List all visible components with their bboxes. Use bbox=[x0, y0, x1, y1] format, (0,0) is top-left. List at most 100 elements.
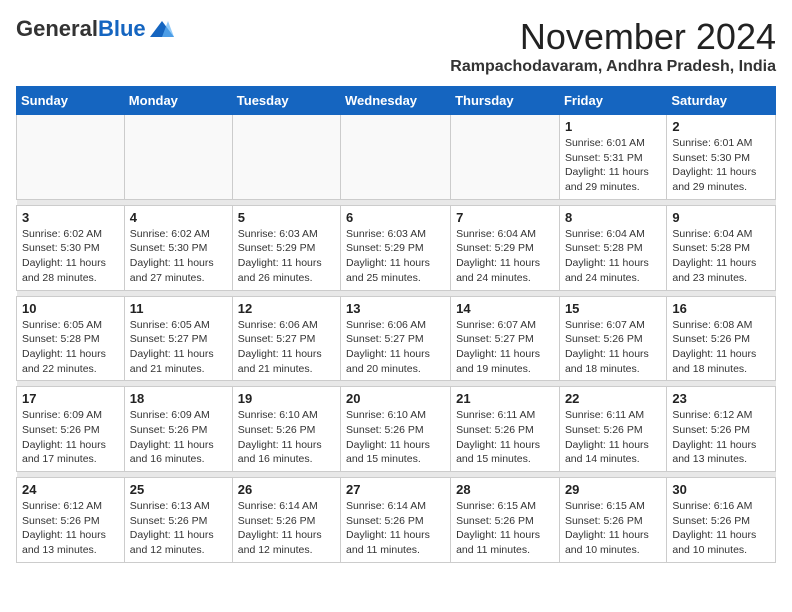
day-number: 24 bbox=[22, 482, 119, 497]
day-number: 10 bbox=[22, 301, 119, 316]
day-number: 3 bbox=[22, 210, 119, 225]
calendar-cell: 23Sunrise: 6:12 AM Sunset: 5:26 PM Dayli… bbox=[667, 387, 776, 472]
title-section: November 2024 Rampachodavaram, Andhra Pr… bbox=[450, 16, 776, 76]
calendar-cell: 6 Sunrise: 6:03 AM Sunset: 5:29 PM Daylig… bbox=[341, 205, 451, 290]
month-title: November 2024 bbox=[450, 16, 776, 58]
day-info: Sunrise: 6:01 AM Sunset: 5:30 PM Dayligh… bbox=[672, 136, 770, 195]
day-info: Sunrise: 6:03 AM Sunset: 5:29 PM Dayligh… bbox=[346, 227, 445, 286]
day-info: Sunrise: 6:05 AM Sunset: 5:27 PM Dayligh… bbox=[130, 318, 227, 377]
calendar-cell: 11 Sunrise: 6:05 AM Sunset: 5:27 PM Dayli… bbox=[124, 296, 232, 381]
calendar-cell: 17 Sunrise: 6:09 AM Sunset: 5:26 PM Dayli… bbox=[17, 387, 125, 472]
calendar-cell: 4 Sunrise: 6:02 AM Sunset: 5:30 PM Daylig… bbox=[124, 205, 232, 290]
day-number: 29 bbox=[565, 482, 661, 497]
day-info: Sunrise: 6:04 AM Sunset: 5:29 PM Dayligh… bbox=[456, 227, 554, 286]
day-number: 23 bbox=[672, 391, 770, 406]
day-info: Sunrise: 6:07 AM Sunset: 5:26 PM Dayligh… bbox=[565, 318, 661, 377]
calendar-cell bbox=[232, 115, 340, 200]
calendar-cell: 20Sunrise: 6:10 AM Sunset: 5:26 PM Dayli… bbox=[341, 387, 451, 472]
day-info: Sunrise: 6:03 AM Sunset: 5:29 PM Dayligh… bbox=[238, 227, 335, 286]
logo: GeneralBlue bbox=[16, 16, 176, 42]
calendar-cell: 14 Sunrise: 6:07 AM Sunset: 5:27 PM Dayli… bbox=[451, 296, 560, 381]
calendar-cell bbox=[341, 115, 451, 200]
day-info: Sunrise: 6:05 AM Sunset: 5:28 PM Dayligh… bbox=[22, 318, 119, 377]
calendar-header-thursday: Thursday bbox=[451, 87, 560, 115]
day-number: 20 bbox=[346, 391, 445, 406]
calendar-cell: 22 Sunrise: 6:11 AM Sunset: 5:26 PM Dayli… bbox=[559, 387, 666, 472]
day-info: Sunrise: 6:07 AM Sunset: 5:27 PM Dayligh… bbox=[456, 318, 554, 377]
calendar-cell: 15 Sunrise: 6:07 AM Sunset: 5:26 PM Dayli… bbox=[559, 296, 666, 381]
day-number: 12 bbox=[238, 301, 335, 316]
calendar-cell: 10 Sunrise: 6:05 AM Sunset: 5:28 PM Dayli… bbox=[17, 296, 125, 381]
calendar-cell: 21Sunrise: 6:11 AM Sunset: 5:26 PM Dayli… bbox=[451, 387, 560, 472]
day-number: 8 bbox=[565, 210, 661, 225]
calendar-cell: 5 Sunrise: 6:03 AM Sunset: 5:29 PM Daylig… bbox=[232, 205, 340, 290]
calendar-cell: 24 Sunrise: 6:12 AM Sunset: 5:26 PM Dayli… bbox=[17, 478, 125, 563]
day-number: 27 bbox=[346, 482, 445, 497]
calendar-cell: 13 Sunrise: 6:06 AM Sunset: 5:27 PM Dayli… bbox=[341, 296, 451, 381]
calendar-table: SundayMondayTuesdayWednesdayThursdayFrid… bbox=[16, 86, 776, 563]
calendar-cell: 12 Sunrise: 6:06 AM Sunset: 5:27 PM Dayli… bbox=[232, 296, 340, 381]
day-info: Sunrise: 6:14 AM Sunset: 5:26 PM Dayligh… bbox=[346, 499, 445, 558]
day-number: 28 bbox=[456, 482, 554, 497]
calendar-cell: 1 Sunrise: 6:01 AM Sunset: 5:31 PM Daylig… bbox=[559, 115, 666, 200]
calendar-week-row: 3 Sunrise: 6:02 AM Sunset: 5:30 PM Daylig… bbox=[17, 205, 776, 290]
calendar-cell: 3 Sunrise: 6:02 AM Sunset: 5:30 PM Daylig… bbox=[17, 205, 125, 290]
calendar-header-friday: Friday bbox=[559, 87, 666, 115]
day-info: Sunrise: 6:01 AM Sunset: 5:31 PM Dayligh… bbox=[565, 136, 661, 195]
day-number: 14 bbox=[456, 301, 554, 316]
calendar-cell bbox=[451, 115, 560, 200]
calendar-header-sunday: Sunday bbox=[17, 87, 125, 115]
day-info: Sunrise: 6:11 AM Sunset: 5:26 PM Dayligh… bbox=[565, 408, 661, 467]
logo-general-text: GeneralBlue bbox=[16, 16, 146, 42]
day-number: 1 bbox=[565, 119, 661, 134]
day-info: Sunrise: 6:15 AM Sunset: 5:26 PM Dayligh… bbox=[456, 499, 554, 558]
day-number: 25 bbox=[130, 482, 227, 497]
day-number: 2 bbox=[672, 119, 770, 134]
calendar-cell: 9 Sunrise: 6:04 AM Sunset: 5:28 PM Daylig… bbox=[667, 205, 776, 290]
calendar-header-wednesday: Wednesday bbox=[341, 87, 451, 115]
day-info: Sunrise: 6:02 AM Sunset: 5:30 PM Dayligh… bbox=[130, 227, 227, 286]
calendar-header-saturday: Saturday bbox=[667, 87, 776, 115]
day-number: 26 bbox=[238, 482, 335, 497]
calendar-cell: 16Sunrise: 6:08 AM Sunset: 5:26 PM Dayli… bbox=[667, 296, 776, 381]
day-info: Sunrise: 6:16 AM Sunset: 5:26 PM Dayligh… bbox=[672, 499, 770, 558]
day-number: 18 bbox=[130, 391, 227, 406]
calendar-cell: 2 Sunrise: 6:01 AM Sunset: 5:30 PM Daylig… bbox=[667, 115, 776, 200]
day-number: 19 bbox=[238, 391, 335, 406]
day-number: 15 bbox=[565, 301, 661, 316]
logo-icon bbox=[148, 19, 176, 39]
day-number: 7 bbox=[456, 210, 554, 225]
day-number: 11 bbox=[130, 301, 227, 316]
calendar-cell: 28 Sunrise: 6:15 AM Sunset: 5:26 PM Dayli… bbox=[451, 478, 560, 563]
day-info: Sunrise: 6:04 AM Sunset: 5:28 PM Dayligh… bbox=[672, 227, 770, 286]
day-number: 21 bbox=[456, 391, 554, 406]
day-number: 9 bbox=[672, 210, 770, 225]
day-info: Sunrise: 6:13 AM Sunset: 5:26 PM Dayligh… bbox=[130, 499, 227, 558]
day-info: Sunrise: 6:02 AM Sunset: 5:30 PM Dayligh… bbox=[22, 227, 119, 286]
calendar-week-row: 24 Sunrise: 6:12 AM Sunset: 5:26 PM Dayli… bbox=[17, 478, 776, 563]
day-info: Sunrise: 6:04 AM Sunset: 5:28 PM Dayligh… bbox=[565, 227, 661, 286]
calendar-cell: 18Sunrise: 6:09 AM Sunset: 5:26 PM Dayli… bbox=[124, 387, 232, 472]
calendar-week-row: 1 Sunrise: 6:01 AM Sunset: 5:31 PM Daylig… bbox=[17, 115, 776, 200]
calendar-cell: 30Sunrise: 6:16 AM Sunset: 5:26 PM Dayli… bbox=[667, 478, 776, 563]
day-number: 5 bbox=[238, 210, 335, 225]
page-header: GeneralBlue November 2024 Rampachodavara… bbox=[16, 16, 776, 76]
calendar-cell: 27 Sunrise: 6:14 AM Sunset: 5:26 PM Dayli… bbox=[341, 478, 451, 563]
day-info: Sunrise: 6:06 AM Sunset: 5:27 PM Dayligh… bbox=[238, 318, 335, 377]
day-number: 4 bbox=[130, 210, 227, 225]
day-info: Sunrise: 6:14 AM Sunset: 5:26 PM Dayligh… bbox=[238, 499, 335, 558]
calendar-week-row: 10 Sunrise: 6:05 AM Sunset: 5:28 PM Dayli… bbox=[17, 296, 776, 381]
day-info: Sunrise: 6:12 AM Sunset: 5:26 PM Dayligh… bbox=[22, 499, 119, 558]
day-number: 17 bbox=[22, 391, 119, 406]
day-number: 22 bbox=[565, 391, 661, 406]
calendar-header-tuesday: Tuesday bbox=[232, 87, 340, 115]
calendar-cell bbox=[17, 115, 125, 200]
day-info: Sunrise: 6:06 AM Sunset: 5:27 PM Dayligh… bbox=[346, 318, 445, 377]
day-number: 6 bbox=[346, 210, 445, 225]
day-info: Sunrise: 6:10 AM Sunset: 5:26 PM Dayligh… bbox=[238, 408, 335, 467]
calendar-cell: 25 Sunrise: 6:13 AM Sunset: 5:26 PM Dayli… bbox=[124, 478, 232, 563]
day-number: 13 bbox=[346, 301, 445, 316]
calendar-week-row: 17 Sunrise: 6:09 AM Sunset: 5:26 PM Dayli… bbox=[17, 387, 776, 472]
calendar-header-row: SundayMondayTuesdayWednesdayThursdayFrid… bbox=[17, 87, 776, 115]
day-info: Sunrise: 6:09 AM Sunset: 5:26 PM Dayligh… bbox=[22, 408, 119, 467]
